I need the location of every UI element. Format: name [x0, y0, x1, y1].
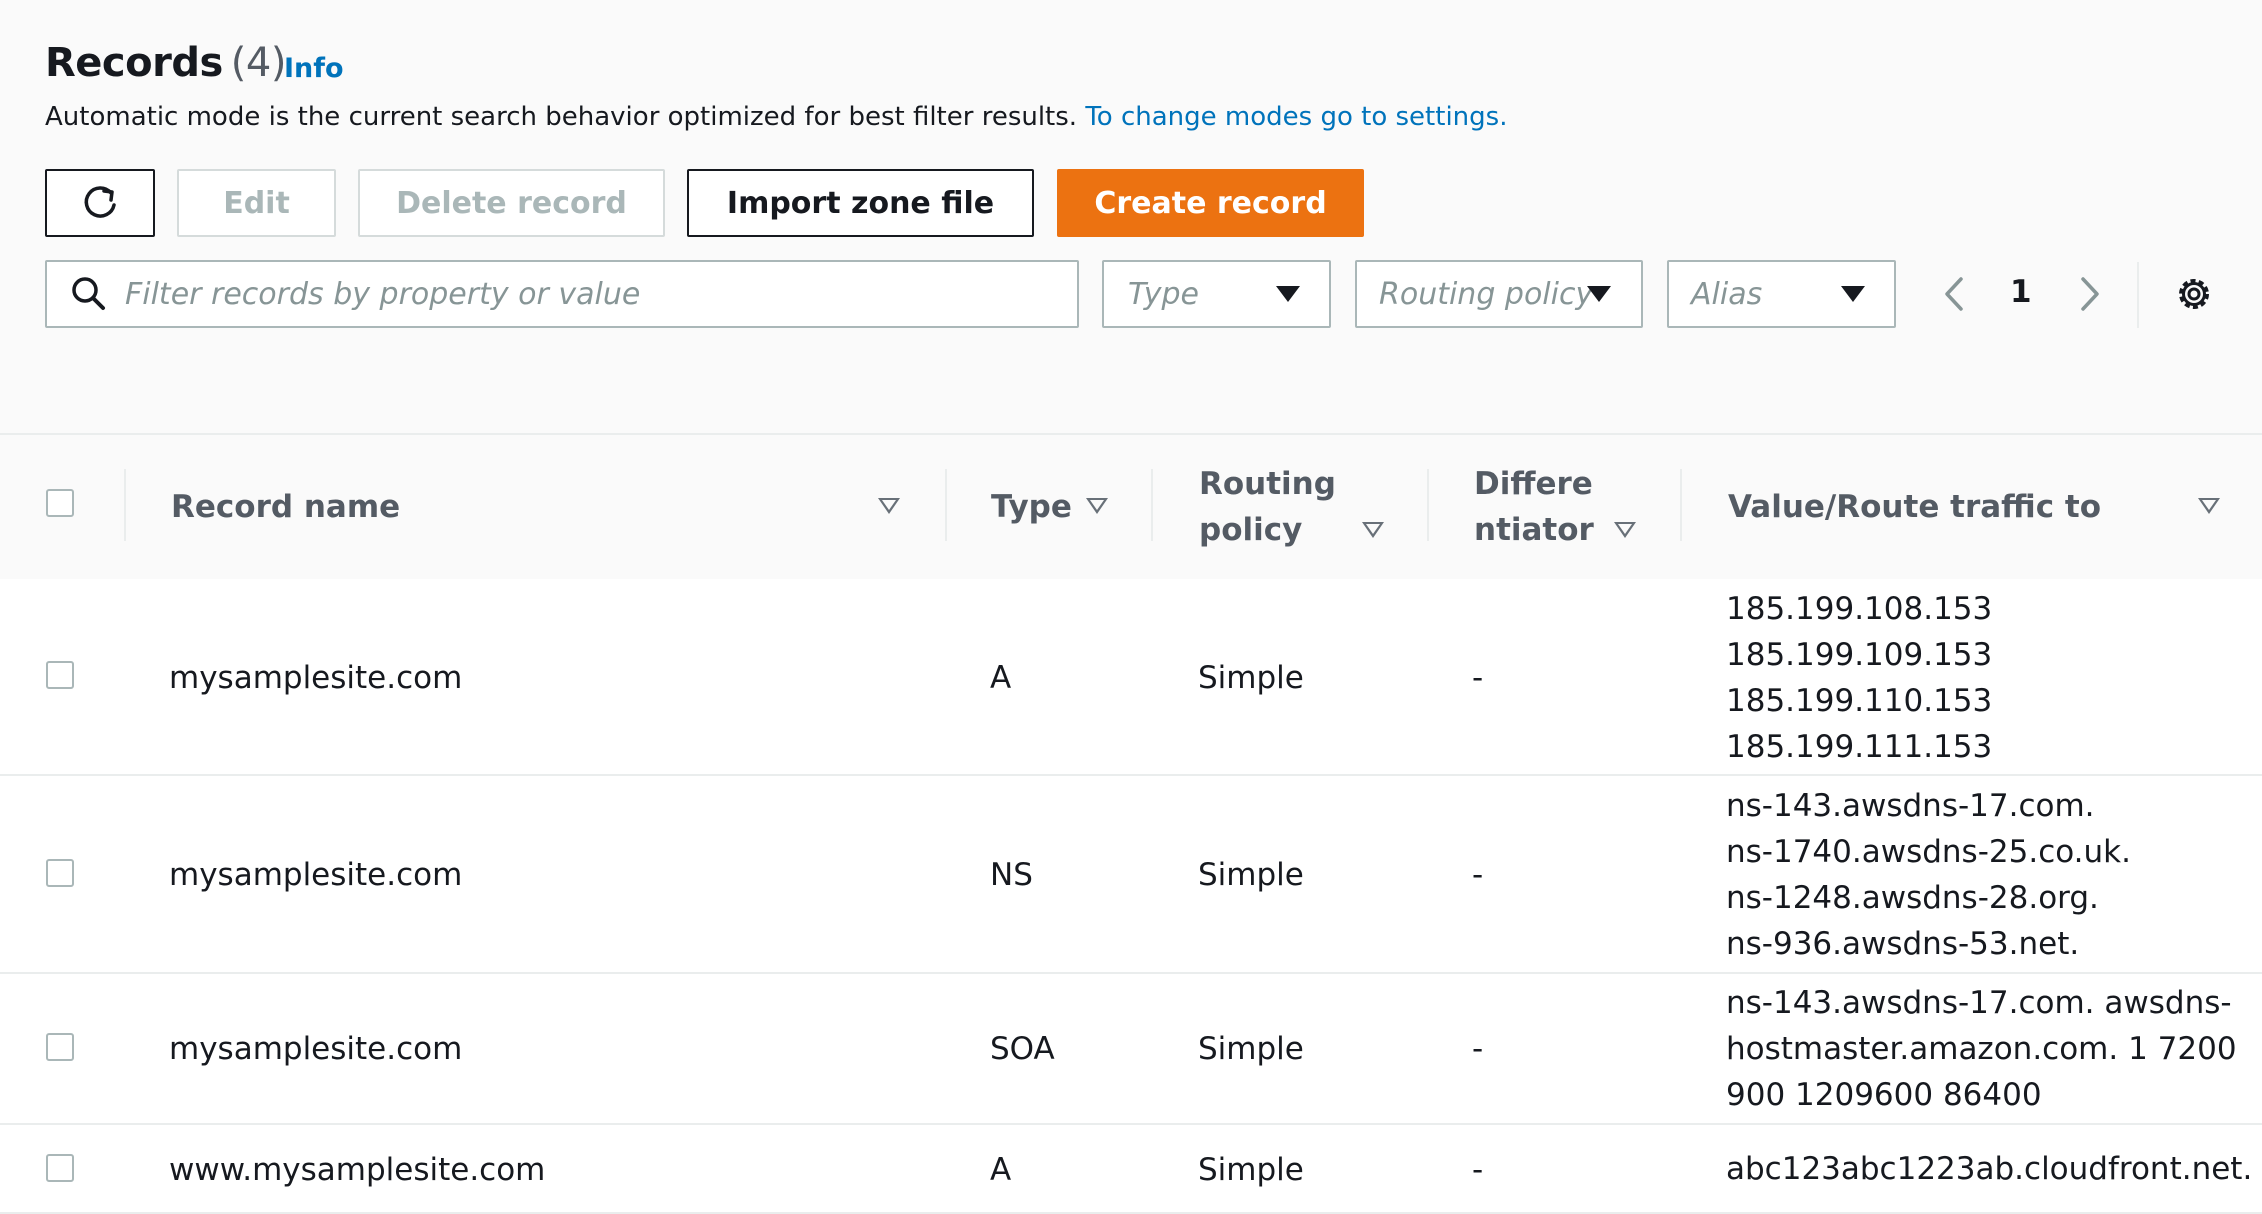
routing-policy: Simple [1198, 857, 1304, 893]
column-divider [1427, 469, 1429, 541]
caret-down-icon [1276, 286, 1300, 302]
description-text: Automatic mode is the current search beh… [45, 102, 1078, 132]
settings-link[interactable]: To change modes go to settings. [1085, 102, 1507, 132]
alias-placeholder: Alias [1691, 276, 1763, 312]
row-checkbox[interactable] [46, 1033, 74, 1061]
gear-icon[interactable] [2173, 273, 2215, 315]
current-page[interactable]: 1 [2010, 274, 2032, 310]
column-header-type[interactable]: Type [991, 484, 1072, 530]
sort-icon[interactable] [1362, 522, 1384, 538]
column-header-differentiator[interactable]: Differe ntiator [1474, 461, 1594, 553]
column-header-value[interactable]: Value/Route traffic to [1728, 484, 2101, 530]
search-icon [72, 277, 105, 310]
caret-down-icon [1587, 286, 1611, 302]
record-type: NS [990, 857, 1033, 893]
record-type: SOA [990, 1031, 1055, 1067]
differentiator: - [1472, 857, 1484, 893]
import-zone-file-button[interactable]: Import zone file [687, 169, 1034, 237]
record-name: mysamplesite.com [169, 1031, 463, 1067]
differentiator: - [1472, 1152, 1484, 1188]
column-divider [945, 469, 947, 541]
routing-header-line2: policy [1199, 512, 1303, 548]
routing-policy: Simple [1198, 1152, 1304, 1188]
title-text: Records [45, 40, 223, 86]
record-value: 185.199.108.153 185.199.109.153 185.199.… [1726, 591, 1993, 765]
page-title: Records (4) [45, 40, 286, 86]
divider [2137, 262, 2139, 328]
column-divider [1680, 469, 1682, 541]
create-record-button[interactable]: Create record [1057, 169, 1364, 237]
search-input[interactable]: Filter records by property or value [45, 260, 1079, 328]
refresh-button[interactable] [45, 169, 155, 237]
record-name: www.mysamplesite.com [169, 1152, 546, 1188]
record-count: (4) [230, 40, 287, 86]
column-divider [1151, 469, 1153, 541]
caret-down-icon [1841, 286, 1865, 302]
edit-button[interactable]: Edit [177, 169, 336, 237]
refresh-icon [84, 186, 116, 218]
search-placeholder: Filter records by property or value [125, 276, 641, 312]
column-header-record-name[interactable]: Record name [171, 484, 400, 530]
previous-page-icon[interactable] [1941, 276, 1967, 312]
row-checkbox[interactable] [46, 661, 74, 689]
diff-header-line2: ntiator [1474, 512, 1594, 548]
routing-policy: Simple [1198, 1031, 1304, 1067]
record-name: mysamplesite.com [169, 857, 463, 893]
sort-icon[interactable] [1614, 522, 1636, 538]
record-type: A [990, 1152, 1012, 1188]
select-all-checkbox[interactable] [46, 489, 74, 517]
differentiator: - [1472, 1031, 1484, 1067]
routing-policy: Simple [1198, 660, 1304, 696]
info-link[interactable]: Info [284, 53, 344, 84]
differentiator: - [1472, 660, 1484, 696]
routing-policy-placeholder: Routing policy [1379, 276, 1594, 312]
type-select[interactable]: Type [1102, 260, 1331, 328]
diff-header-line1: Differe [1474, 466, 1593, 502]
row-checkbox[interactable] [46, 859, 74, 887]
row-checkbox[interactable] [46, 1154, 74, 1182]
sort-icon[interactable] [2198, 498, 2220, 514]
record-value: ns-143.awsdns-17.com. ns-1740.awsdns-25.… [1726, 788, 2131, 962]
routing-header-line1: Routing [1199, 466, 1336, 502]
column-divider [124, 469, 126, 541]
type-placeholder: Type [1128, 276, 1199, 312]
record-value: ns-143.awsdns-17.com. awsdns- hostmaster… [1726, 985, 2237, 1113]
record-value: abc123abc1223ab.cloudfront.net. [1726, 1151, 2253, 1187]
search-mode-description: Automatic mode is the current search beh… [45, 102, 1507, 132]
record-name: mysamplesite.com [169, 660, 463, 696]
sort-icon[interactable] [1086, 498, 1108, 514]
delete-record-button[interactable]: Delete record [358, 169, 665, 237]
sort-icon[interactable] [878, 498, 900, 514]
alias-select[interactable]: Alias [1667, 260, 1896, 328]
next-page-icon[interactable] [2077, 276, 2103, 312]
column-header-routing-policy[interactable]: Routing policy [1199, 461, 1336, 553]
record-type: A [990, 660, 1012, 696]
routing-policy-select[interactable]: Routing policy [1355, 260, 1643, 328]
